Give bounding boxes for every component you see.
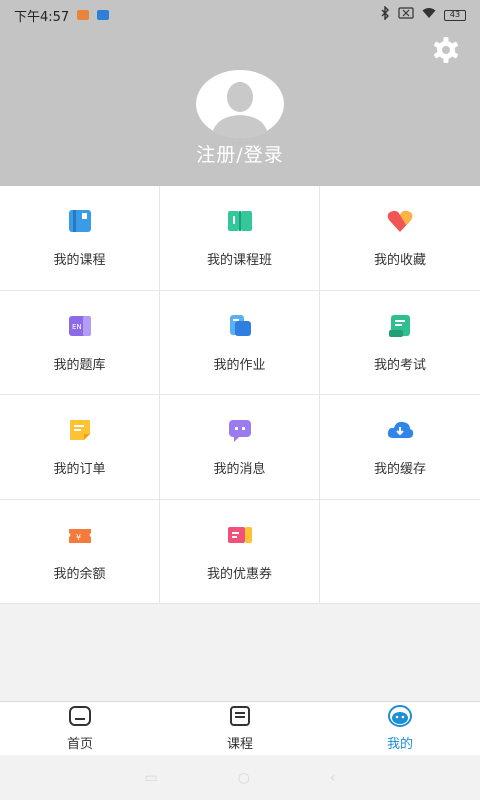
exam-icon [386, 312, 414, 344]
menu-item-my-orders[interactable]: 我的订单 [0, 395, 160, 500]
menu-item-label: 我的余额 [53, 566, 106, 582]
svg-text:¥: ¥ [76, 533, 81, 542]
message-icon [226, 416, 254, 448]
heart-icon [386, 207, 414, 239]
menu-icon[interactable]: ▭ [144, 770, 157, 786]
menu-item-label: 我的优惠券 [206, 566, 272, 582]
menu-empty-cell [320, 500, 480, 604]
nav-home[interactable]: 首页 [0, 702, 160, 755]
menu-item-label: 我的缓存 [373, 462, 426, 478]
notification-icon [97, 10, 110, 20]
login-register-link[interactable]: 注册/登录 [0, 140, 480, 167]
nav-label: 课程 [226, 737, 253, 752]
bluetooth-icon [380, 5, 390, 24]
status-time: 下午4:57 [14, 9, 70, 25]
nav-mine[interactable]: 我的 [320, 702, 480, 755]
bottom-nav: 首页 课程 我的 [0, 701, 480, 755]
nav-courses[interactable]: 课程 [160, 702, 320, 755]
settings-gear-icon[interactable] [432, 36, 460, 64]
menu-item-my-exams[interactable]: 我的考试 [320, 291, 480, 395]
no-sim-icon [398, 7, 414, 23]
menu-item-label: 我的收藏 [373, 253, 426, 269]
back-icon[interactable]: ‹ [330, 770, 336, 786]
nav-label: 我的 [386, 737, 413, 752]
profile-face-icon [388, 705, 412, 731]
menu-item-label: 我的考试 [373, 357, 426, 373]
system-nav-bar: ▭ ○ ‹ [0, 755, 480, 800]
battery-icon: 43 [444, 9, 466, 21]
menu-item-my-coupons[interactable]: 我的优惠券 [160, 499, 320, 604]
notification-icon [77, 10, 90, 20]
question-bank-icon: EN [66, 312, 94, 344]
course-list-icon [228, 705, 252, 731]
coupon-icon [226, 521, 254, 553]
menu-item-my-messages[interactable]: 我的消息 [160, 395, 320, 500]
menu-item-label: 我的订单 [53, 462, 106, 478]
menu-item-my-cache[interactable]: 我的缓存 [320, 395, 480, 500]
menu-item-label: 我的题库 [53, 357, 106, 373]
menu-item-label: 我的课程 [53, 253, 106, 269]
nav-label: 首页 [66, 737, 93, 752]
menu-item-my-favorites[interactable]: 我的收藏 [320, 186, 480, 291]
menu-item-my-classes[interactable]: 我的课程班 [160, 186, 320, 291]
menu-item-my-homework[interactable]: 我的作业 [160, 290, 320, 395]
cloud-download-icon [386, 416, 414, 448]
home-icon [68, 705, 92, 731]
menu-item-my-question-bank[interactable]: EN 我的题库 [0, 290, 160, 395]
homework-icon [226, 312, 254, 344]
svg-text:EN: EN [72, 323, 82, 331]
home-circle-icon[interactable]: ○ [238, 770, 250, 786]
class-book-icon [226, 207, 254, 239]
menu-item-label: 我的课程班 [206, 253, 272, 269]
menu-item-label: 我的消息 [213, 462, 266, 478]
profile-header: 注册/登录 [0, 30, 480, 186]
course-book-icon [66, 207, 94, 239]
avatar[interactable] [196, 70, 284, 138]
balance-icon: ¥ [66, 521, 94, 553]
menu-item-my-courses[interactable]: 我的课程 [0, 186, 160, 291]
menu-item-label: 我的作业 [213, 357, 266, 373]
menu-grid: 我的课程 我的课程班 我的收藏 EN 我的题库 我的作业 我的考试 我的订单 我… [0, 186, 480, 604]
order-icon [66, 416, 94, 448]
status-bar: 下午4:57 43 [0, 0, 480, 30]
menu-item-my-balance[interactable]: ¥ 我的余额 [0, 499, 160, 604]
wifi-icon [422, 7, 436, 23]
